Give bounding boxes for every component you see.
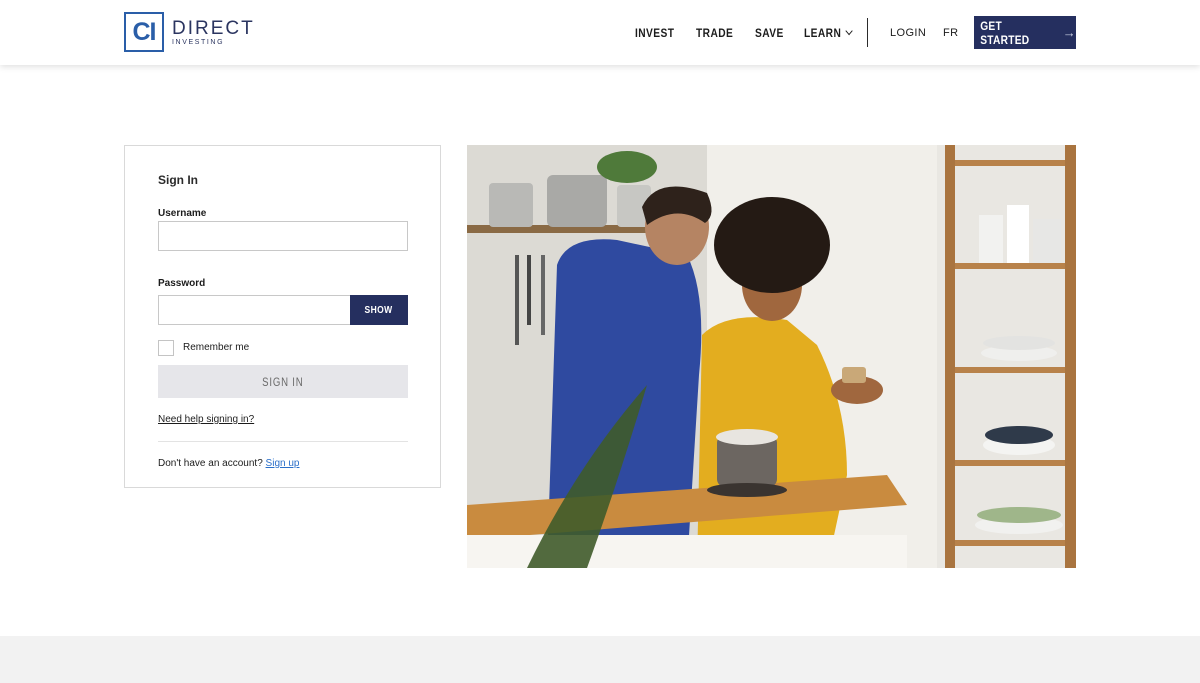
language-toggle-fr[interactable]: FR	[943, 16, 958, 49]
show-password-button[interactable]: SHOW	[350, 295, 408, 325]
password-label: Password	[158, 278, 206, 289]
card-divider	[158, 441, 408, 442]
footer-band	[0, 636, 1200, 683]
nav-save[interactable]: SAVE	[755, 16, 784, 49]
logo-mark-text: CI	[132, 17, 157, 46]
show-password-label: SHOW	[364, 304, 394, 316]
nav-trade[interactable]: TRADE	[696, 16, 733, 49]
hero-illustration	[467, 145, 1076, 568]
sign-in-label: SIGN IN	[262, 374, 304, 389]
hero-photo-couple-kitchen	[467, 145, 1076, 568]
logo-mark: CI	[124, 12, 164, 52]
signin-title: Sign In	[158, 173, 198, 187]
signin-card: Sign In Username Password SHOW Remember …	[124, 145, 441, 488]
chevron-down-icon	[845, 26, 853, 35]
username-input[interactable]	[158, 221, 408, 251]
site-header: CI DIRECT INVESTING INVEST TRADE SAVE LE…	[0, 0, 1200, 65]
no-account-text: Don't have an account?	[158, 458, 263, 469]
username-label: Username	[158, 208, 207, 219]
remember-me-label[interactable]: Remember me	[183, 342, 249, 353]
sign-in-button[interactable]: SIGN IN	[158, 365, 408, 398]
arrow-right-icon: →	[1062, 25, 1076, 40]
signup-prompt: Don't have an account? Sign up	[158, 458, 299, 469]
get-started-label: GET STARTED	[980, 18, 1030, 47]
sign-up-link[interactable]: Sign up	[266, 458, 300, 469]
nav-learn[interactable]: LEARN	[804, 16, 853, 49]
password-input[interactable]	[158, 295, 351, 325]
logo-name: DIRECT	[172, 17, 255, 39]
nav-invest[interactable]: INVEST	[635, 16, 674, 49]
help-signing-in-link[interactable]: Need help signing in?	[158, 414, 254, 425]
nav-learn-label: LEARN	[804, 25, 842, 40]
ci-direct-investing-logo[interactable]: CI DIRECT INVESTING	[124, 12, 255, 52]
get-started-button[interactable]: GET STARTED →	[974, 16, 1076, 49]
login-link[interactable]: LOGIN	[890, 16, 926, 49]
remember-me-checkbox[interactable]	[158, 340, 174, 356]
logo-tagline: INVESTING	[172, 38, 225, 46]
nav-divider	[867, 18, 868, 47]
logo-wordmark: DIRECT INVESTING	[172, 19, 255, 46]
